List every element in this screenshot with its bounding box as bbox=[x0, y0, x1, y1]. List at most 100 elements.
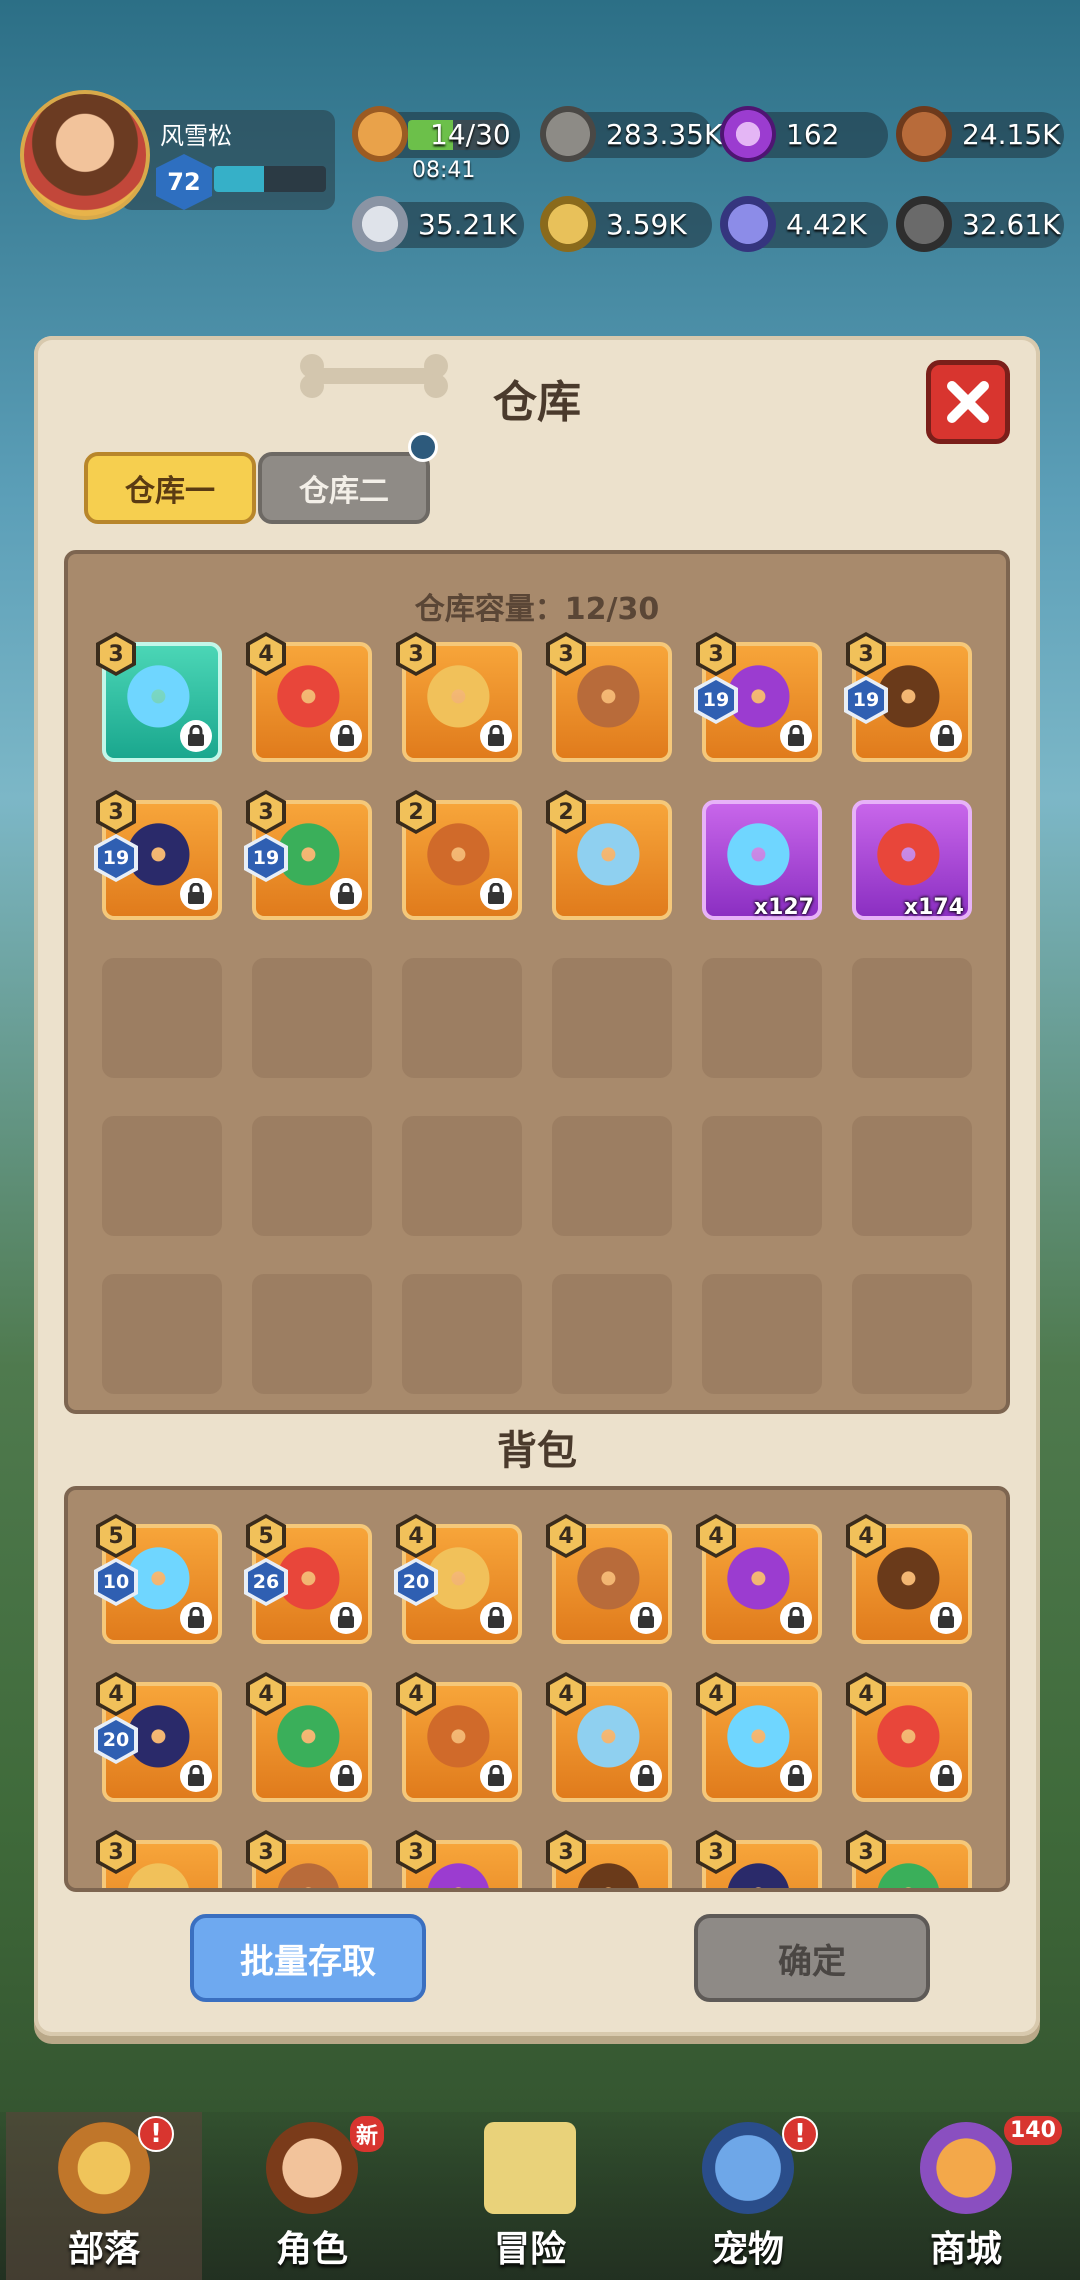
item-slot[interactable]: 4 bbox=[546, 1514, 672, 1644]
bag-grid[interactable]: 5 10 5 26 4 20 4 4 4 4 20 4 4 4 4 4 3 3 3 3 3 3 bbox=[64, 1486, 1010, 1892]
item-slot[interactable]: 4 bbox=[846, 1672, 972, 1802]
item-slot[interactable]: 4 bbox=[246, 1672, 372, 1802]
item-slot[interactable]: 2 bbox=[396, 790, 522, 920]
resource-value: 283.35K bbox=[606, 118, 723, 151]
enhance-level: 19 bbox=[248, 838, 284, 878]
stamina-resource[interactable]: 14/30 bbox=[352, 106, 520, 162]
batch-transfer-button[interactable]: 批量存取 bbox=[190, 1914, 426, 2002]
close-button[interactable] bbox=[926, 360, 1010, 444]
item-slot[interactable]: 4 bbox=[696, 1672, 822, 1802]
gold-nugget-icon bbox=[540, 196, 596, 252]
resource-stone[interactable]: 283.35K bbox=[540, 106, 722, 162]
enhance-level: 20 bbox=[398, 1562, 434, 1602]
item-slot[interactable]: 4 20 bbox=[94, 1672, 222, 1802]
lock-icon bbox=[180, 1760, 212, 1792]
item-level: 3 bbox=[550, 1834, 582, 1870]
empty-slot[interactable] bbox=[102, 1274, 222, 1394]
item-slot[interactable]: 3 bbox=[396, 632, 522, 762]
item-slot[interactable]: 4 bbox=[546, 1672, 672, 1802]
empty-slot[interactable] bbox=[702, 958, 822, 1078]
empty-slot[interactable] bbox=[402, 1116, 522, 1236]
item-slot[interactable]: 5 10 bbox=[94, 1514, 222, 1644]
confirm-button[interactable]: 确定 bbox=[694, 1914, 930, 2002]
empty-slot[interactable] bbox=[402, 1274, 522, 1394]
resource-iron[interactable]: 32.61K bbox=[896, 196, 1064, 252]
empty-slot[interactable] bbox=[552, 1274, 672, 1394]
lock-icon bbox=[180, 720, 212, 752]
enhance-level: 26 bbox=[248, 1562, 284, 1602]
item-slot[interactable]: 3 19 bbox=[244, 790, 372, 920]
item-slot[interactable]: 3 19 bbox=[94, 790, 222, 920]
empty-slot[interactable] bbox=[852, 958, 972, 1078]
player-avatar[interactable] bbox=[20, 90, 150, 220]
item-slot[interactable]: 3 19 bbox=[844, 632, 972, 762]
empty-slot[interactable] bbox=[252, 1116, 372, 1236]
empty-slot[interactable] bbox=[552, 958, 672, 1078]
item-level: 5 bbox=[100, 1518, 132, 1554]
nav-label: 部落 bbox=[67, 2229, 140, 2270]
empty-slot[interactable] bbox=[102, 958, 222, 1078]
xp-fill bbox=[214, 166, 265, 192]
resource-wood[interactable]: 24.15K bbox=[896, 106, 1064, 162]
wood-logs-icon bbox=[896, 106, 952, 162]
item-slot[interactable]: 4 20 bbox=[394, 1514, 522, 1644]
empty-slot[interactable] bbox=[852, 1116, 972, 1236]
item-level: 3 bbox=[100, 1834, 132, 1870]
empty-slot[interactable] bbox=[552, 1116, 672, 1236]
lock-icon bbox=[780, 1602, 812, 1634]
nav-badge: 新 bbox=[350, 2116, 385, 2152]
resource-orb[interactable]: 162 bbox=[720, 106, 888, 162]
blue-crystal-icon bbox=[720, 196, 776, 252]
empty-slot[interactable] bbox=[252, 958, 372, 1078]
item-slot[interactable]: 3 bbox=[96, 632, 222, 762]
item-slot[interactable]: 3 bbox=[246, 1830, 372, 1888]
item-slot[interactable]: x174 bbox=[852, 800, 972, 920]
nav-tribe[interactable]: ! 部落 bbox=[6, 2112, 202, 2280]
item-level: 4 bbox=[700, 1676, 732, 1712]
top-hud: 风雪松 72 14/30 08:41 283.35K 162 24.15K 35… bbox=[0, 0, 1080, 320]
item-slot[interactable]: 5 26 bbox=[244, 1514, 372, 1644]
item-slot[interactable]: 2 bbox=[546, 790, 672, 920]
gem-icon bbox=[126, 1862, 198, 1888]
boot-material-icon bbox=[876, 822, 948, 894]
empty-slot[interactable] bbox=[702, 1116, 822, 1236]
meat-icon bbox=[352, 106, 408, 162]
nav-adventure[interactable]: 冒险 bbox=[432, 2112, 628, 2280]
item-slot[interactable]: 4 bbox=[696, 1514, 822, 1644]
lock-icon bbox=[630, 1760, 662, 1792]
nav-character[interactable]: 新 角色 bbox=[214, 2112, 410, 2280]
lock-icon bbox=[480, 878, 512, 910]
resource-value: 3.59K bbox=[606, 208, 687, 241]
item-slot[interactable]: x127 bbox=[702, 800, 822, 920]
empty-slot[interactable] bbox=[702, 1274, 822, 1394]
resource-bone[interactable]: 35.21K bbox=[352, 196, 524, 252]
item-level: 3 bbox=[850, 1834, 882, 1870]
nav-pet[interactable]: ! 宠物 bbox=[650, 2112, 846, 2280]
empty-slot[interactable] bbox=[102, 1116, 222, 1236]
resource-gold[interactable]: 3.59K bbox=[540, 196, 712, 252]
bag-title: 背包 bbox=[497, 1428, 577, 1474]
item-level: 4 bbox=[850, 1518, 882, 1554]
item-slot[interactable]: 3 bbox=[696, 1830, 822, 1888]
item-slot[interactable]: 4 bbox=[396, 1672, 522, 1802]
empty-slot[interactable] bbox=[252, 1274, 372, 1394]
item-slot[interactable]: 4 bbox=[246, 632, 372, 762]
tab-warehouse-2[interactable]: 仓库二 bbox=[258, 452, 430, 524]
resource-crystal[interactable]: 4.42K bbox=[720, 196, 888, 252]
empty-slot[interactable] bbox=[852, 1274, 972, 1394]
tribe-icon bbox=[58, 2122, 150, 2214]
item-level: 4 bbox=[550, 1518, 582, 1554]
panel-title: 仓库 bbox=[493, 377, 581, 428]
item-slot[interactable]: 4 bbox=[846, 1514, 972, 1644]
item-slot[interactable]: 3 19 bbox=[694, 632, 822, 762]
resource-value: 35.21K bbox=[418, 208, 517, 241]
item-slot[interactable]: 3 bbox=[546, 1830, 672, 1888]
nav-shop[interactable]: 140 商城 bbox=[868, 2112, 1064, 2280]
item-slot[interactable]: 3 bbox=[396, 1830, 522, 1888]
item-slot[interactable]: 3 bbox=[546, 632, 672, 762]
item-slot[interactable]: 3 bbox=[96, 1830, 222, 1888]
tab-warehouse-1[interactable]: 仓库一 bbox=[84, 452, 256, 524]
item-slot[interactable]: 3 bbox=[846, 1830, 972, 1888]
empty-slot[interactable] bbox=[402, 958, 522, 1078]
item-quantity: x174 bbox=[903, 895, 964, 920]
